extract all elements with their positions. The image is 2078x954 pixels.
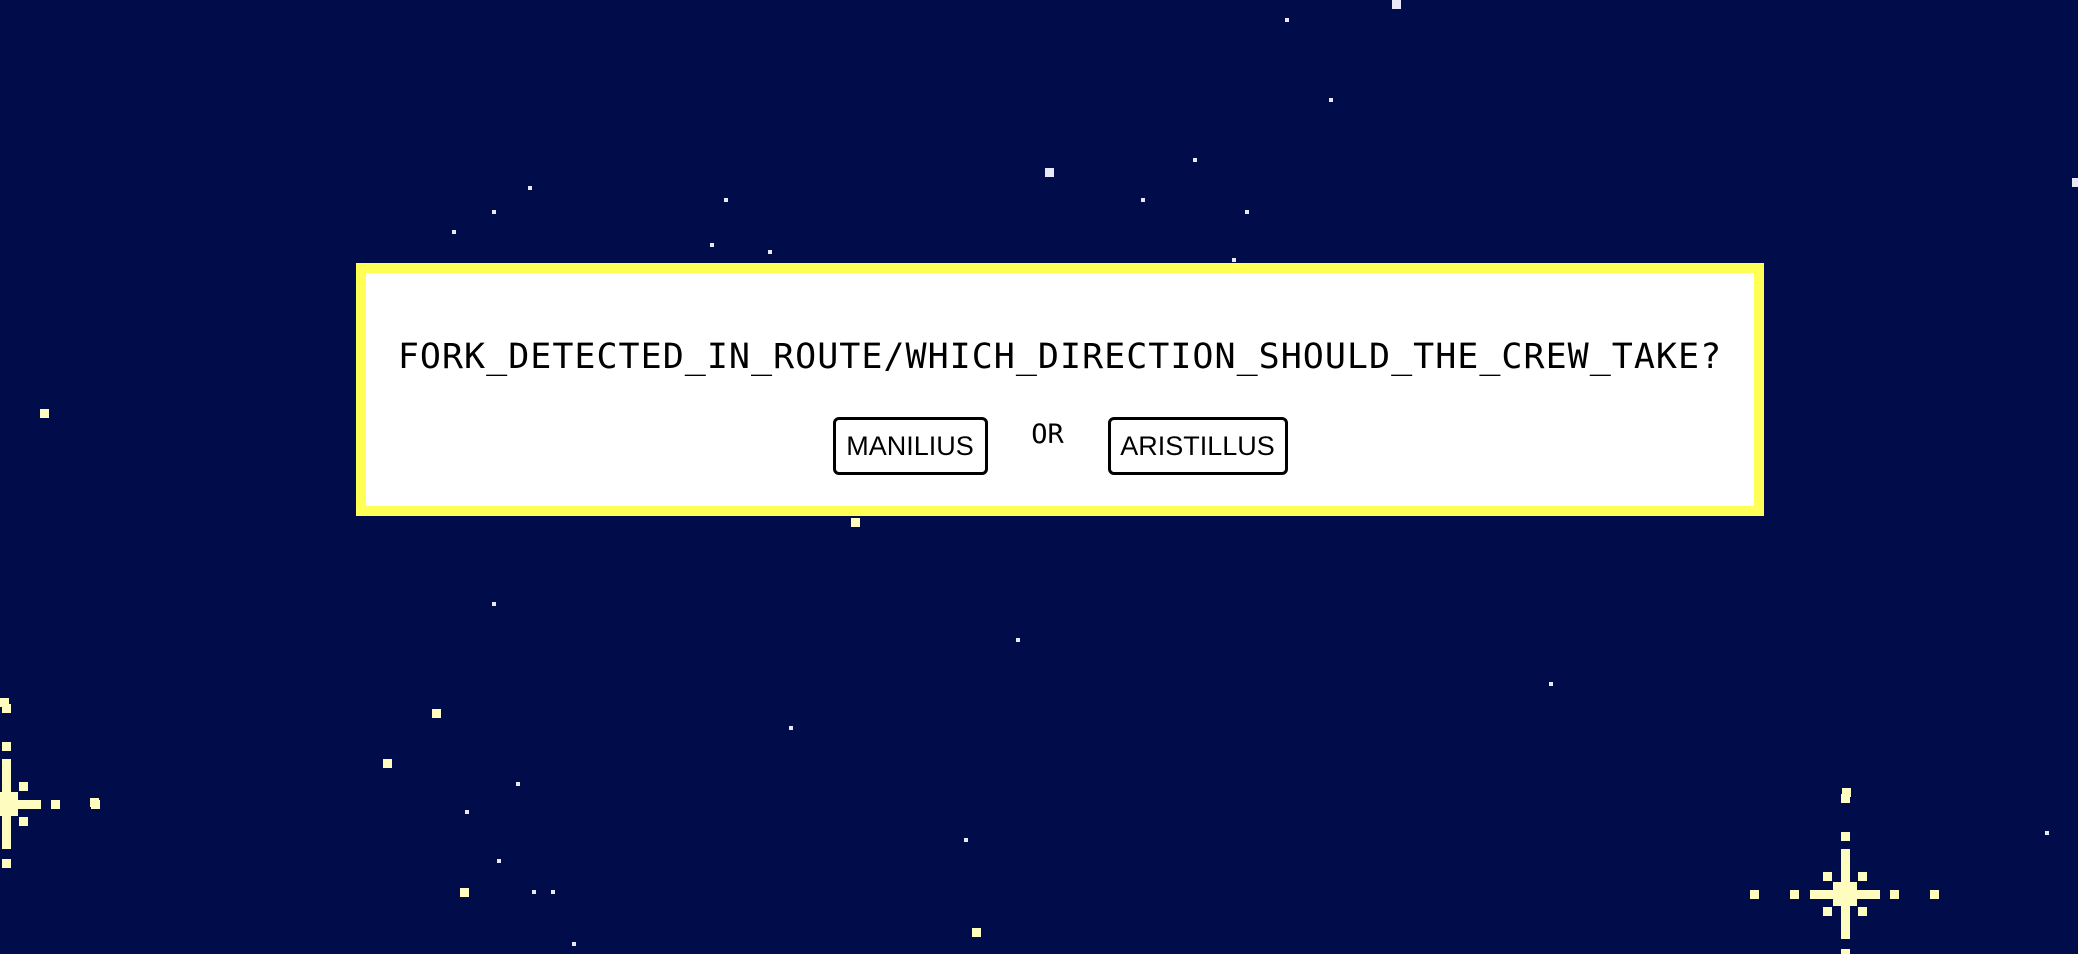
- star: [492, 210, 496, 214]
- or-separator: OR: [1031, 419, 1064, 450]
- star: [1193, 158, 1197, 162]
- aristillus-choice-button[interactable]: ARISTILLUS: [1107, 417, 1288, 475]
- star: [710, 243, 714, 247]
- star: [2072, 178, 2078, 187]
- choice-row: MANILIUS OR ARISTILLUS: [366, 417, 1754, 475]
- star: [460, 888, 469, 897]
- manilius-choice-button[interactable]: MANILIUS: [832, 417, 988, 475]
- star: [1549, 682, 1553, 686]
- star: [516, 782, 520, 786]
- star: [2045, 831, 2049, 835]
- star: [40, 409, 49, 418]
- star: [1245, 210, 1249, 214]
- star: [528, 186, 532, 190]
- star: [497, 859, 501, 863]
- star: [1285, 18, 1289, 22]
- starfield-background: FORK_DETECTED_IN_ROUTE/WHICH_DIRECTION_S…: [0, 0, 2078, 954]
- route-prompt-text: FORK_DETECTED_IN_ROUTE/WHICH_DIRECTION_S…: [397, 337, 1723, 377]
- star: [452, 230, 456, 234]
- star: [1329, 98, 1333, 102]
- route-choice-dialog: FORK_DETECTED_IN_ROUTE/WHICH_DIRECTION_S…: [356, 263, 1764, 516]
- star: [572, 942, 576, 946]
- star: [383, 759, 392, 768]
- star: [972, 928, 981, 937]
- star: [492, 602, 496, 606]
- star: [532, 890, 536, 894]
- star: [1141, 198, 1145, 202]
- star: [768, 250, 772, 254]
- star: [789, 726, 793, 730]
- star: [1016, 638, 1020, 642]
- star: [432, 709, 441, 718]
- star: [551, 890, 555, 894]
- star: [1232, 258, 1236, 262]
- star: [1045, 168, 1054, 177]
- star: [465, 810, 469, 814]
- star: [1392, 0, 1401, 9]
- star: [964, 838, 968, 842]
- star: [851, 518, 860, 527]
- star: [724, 198, 728, 202]
